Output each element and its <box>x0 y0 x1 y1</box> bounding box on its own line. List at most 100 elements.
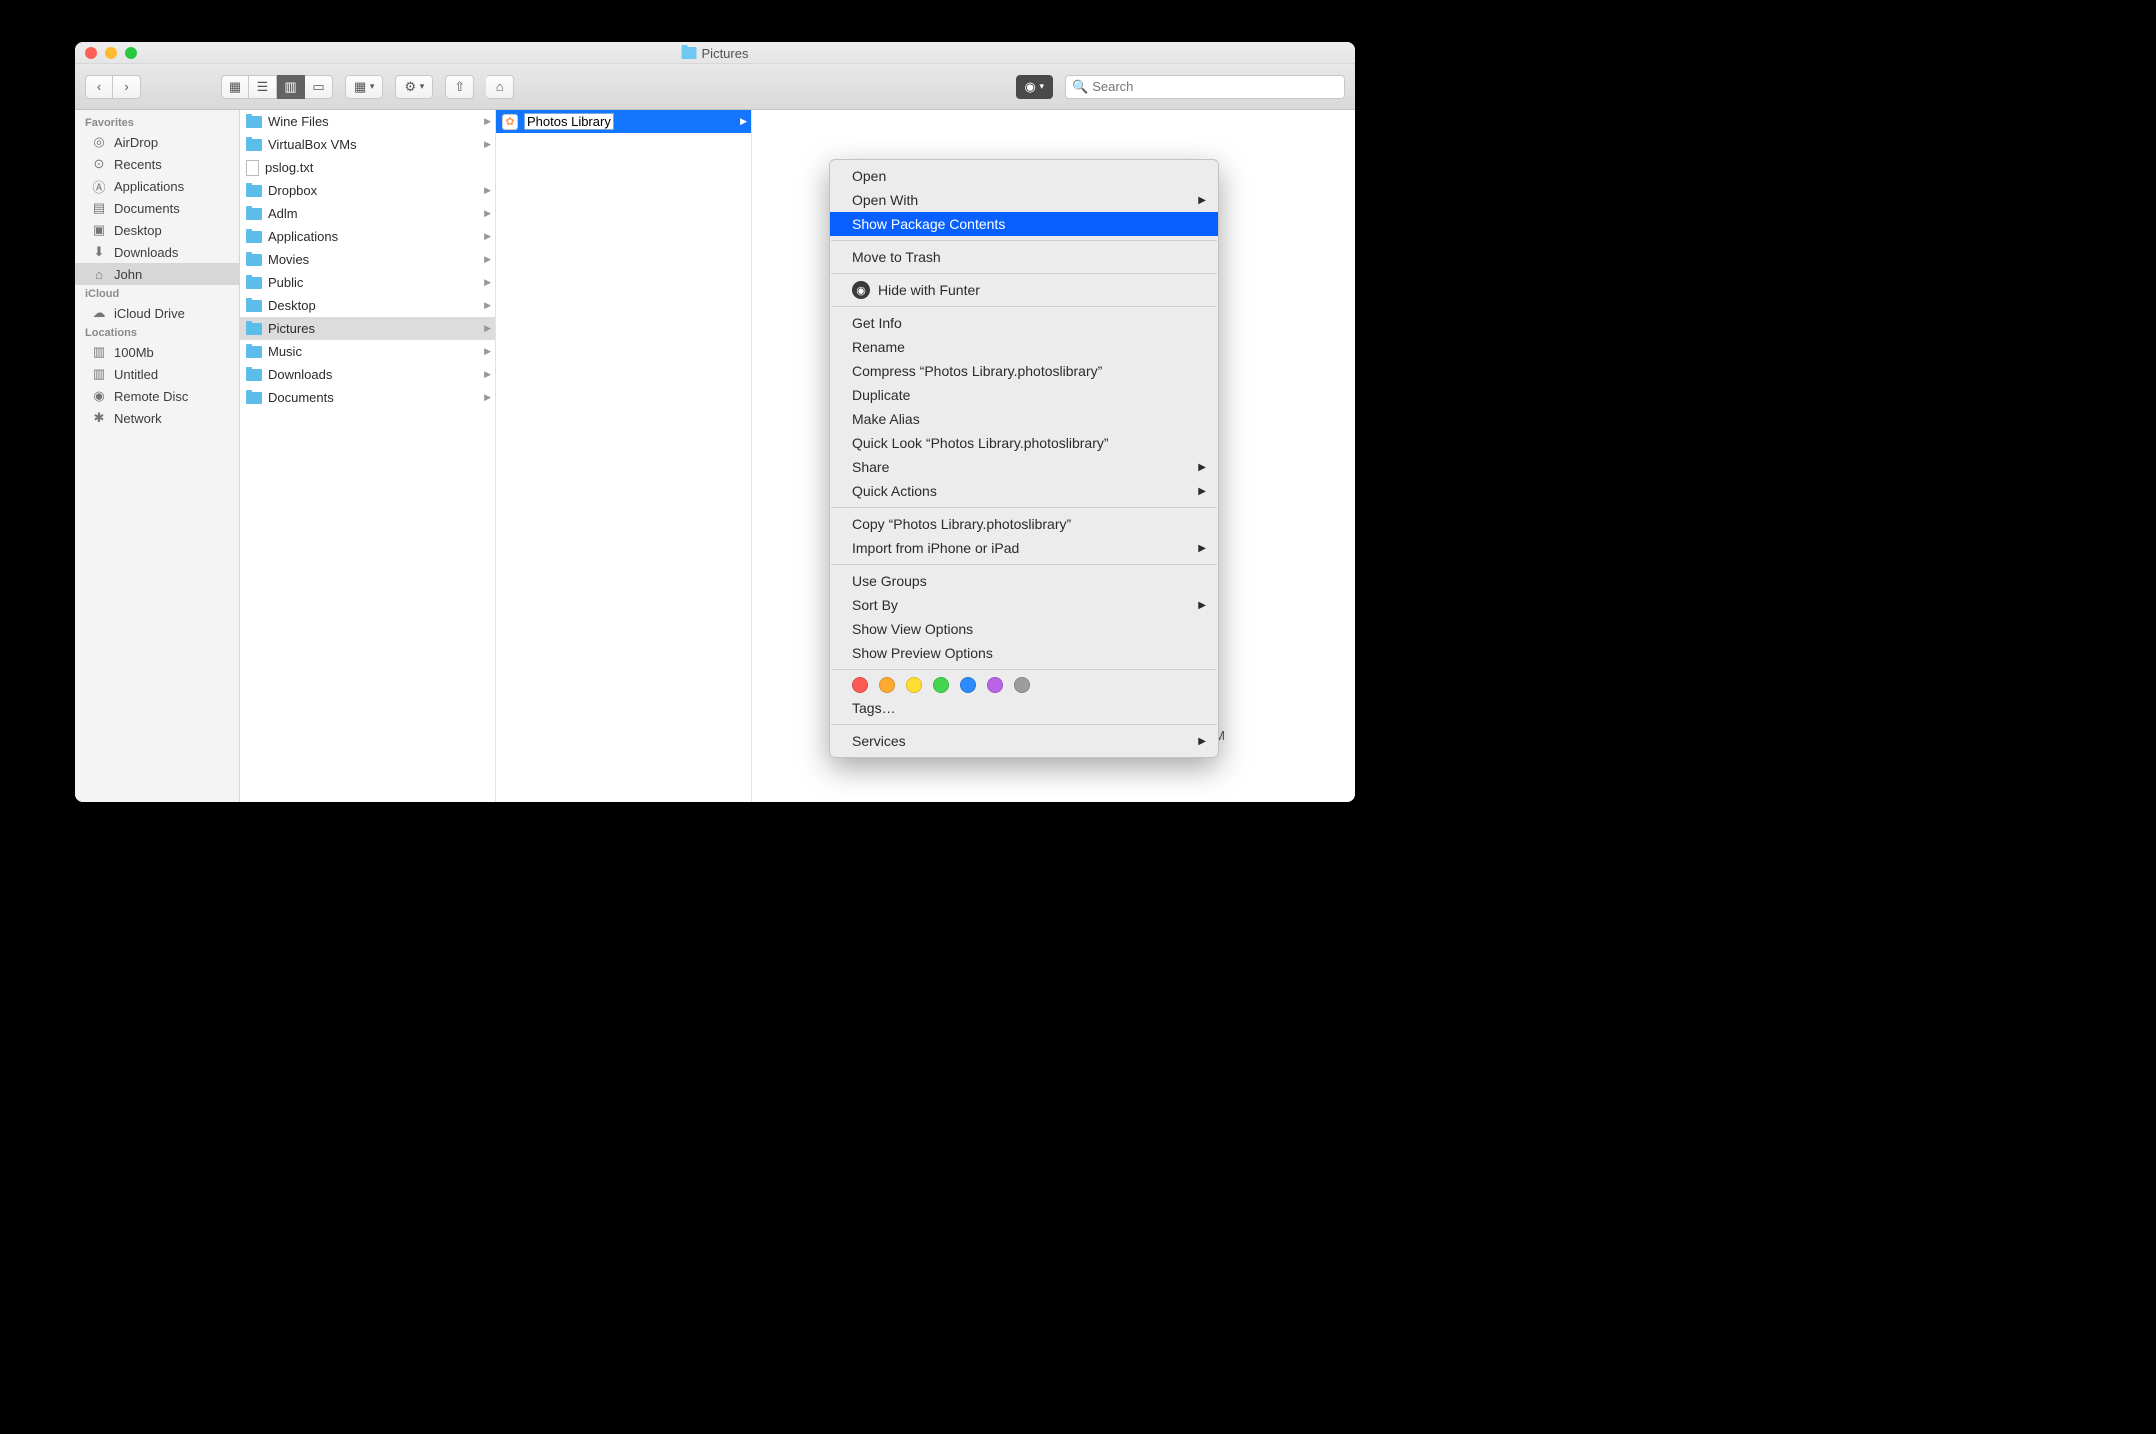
sidebar-item-label: Documents <box>114 201 180 216</box>
menu-item-import-from-iphone-or-ipad[interactable]: Import from iPhone or iPad <box>830 536 1218 560</box>
menu-item-quick-actions[interactable]: Quick Actions <box>830 479 1218 503</box>
chevron-right-icon: ▶ <box>484 346 491 357</box>
sidebar-item-network[interactable]: ✱Network <box>75 407 239 429</box>
tag-color[interactable] <box>1014 677 1030 693</box>
sidebar-item-100mb[interactable]: ▥100Mb <box>75 341 239 363</box>
menu-item-label: Move to Trash <box>852 249 941 265</box>
tag-color[interactable] <box>960 677 976 693</box>
file-item-label: Documents <box>268 390 334 405</box>
sidebar-section-header: iCloud <box>75 285 239 302</box>
file-item[interactable]: Desktop▶ <box>240 294 495 317</box>
menu-item-label: Open <box>852 168 886 184</box>
menu-item-show-preview-options[interactable]: Show Preview Options <box>830 641 1218 665</box>
sidebar-item-untitled[interactable]: ▥Untitled <box>75 363 239 385</box>
chevron-right-icon: ▶ <box>484 185 491 196</box>
folder-icon <box>246 323 262 335</box>
funter-toolbar-button[interactable]: ◉ ▾ <box>1016 75 1054 99</box>
action-button[interactable]: ⚙ ▾ <box>395 75 433 99</box>
search-icon: 🔍 <box>1072 79 1088 95</box>
menu-item-get-info[interactable]: Get Info <box>830 311 1218 335</box>
menu-item-move-to-trash[interactable]: Move to Trash <box>830 245 1218 269</box>
folder-icon <box>246 185 262 197</box>
sidebar-item-recents[interactable]: ⊙Recents <box>75 153 239 175</box>
funter-icon: ◉ <box>852 281 870 299</box>
arrange-button[interactable]: ▦ ▾ <box>345 75 383 99</box>
window-minimize-button[interactable] <box>105 47 117 59</box>
tag-color[interactable] <box>933 677 949 693</box>
sidebar-item-applications[interactable]: ⒶApplications <box>75 175 239 197</box>
menu-separator <box>831 273 1217 274</box>
file-item-label: Downloads <box>268 367 332 382</box>
context-menu: Open Open With Show Package Contents Move t… <box>829 159 1219 758</box>
desktop-icon: ▣ <box>91 222 107 238</box>
sidebar-item-icloud-drive[interactable]: ☁iCloud Drive <box>75 302 239 324</box>
tag-color[interactable] <box>879 677 895 693</box>
menu-item-use-groups[interactable]: Use Groups <box>830 569 1218 593</box>
file-item-label: Wine Files <box>268 114 329 129</box>
menu-item-rename[interactable]: Rename <box>830 335 1218 359</box>
file-item[interactable]: pslog.txt <box>240 156 495 179</box>
tag-color[interactable] <box>906 677 922 693</box>
sidebar-item-documents[interactable]: ▤ Documents <box>75 197 239 219</box>
menu-item-label: Tags… <box>852 700 896 716</box>
chevron-right-icon: ▶ <box>740 116 747 127</box>
sidebar-item-downloads[interactable]: ⬇Downloads <box>75 241 239 263</box>
file-item[interactable]: Adlm▶ <box>240 202 495 225</box>
share-button[interactable]: ⇧ <box>445 75 474 99</box>
file-item[interactable]: Movies▶ <box>240 248 495 271</box>
disk-icon: ▥ <box>91 344 107 360</box>
menu-item-quick-look-photos-library-photoslibrary[interactable]: Quick Look “Photos Library.photoslibrary… <box>830 431 1218 455</box>
grid-icon: ▦ <box>229 79 241 95</box>
file-item[interactable]: Pictures▶ <box>240 317 495 340</box>
file-item[interactable]: VirtualBox VMs▶ <box>240 133 495 156</box>
view-columns-button[interactable]: ▥ <box>277 75 305 99</box>
menu-item-sort-by[interactable]: Sort By <box>830 593 1218 617</box>
menu-item-open[interactable]: Open <box>830 164 1218 188</box>
menu-item-hide-with-funter[interactable]: ◉Hide with Funter <box>830 278 1218 302</box>
tag-color[interactable] <box>987 677 1003 693</box>
sidebar-item-remote-disc[interactable]: ◉Remote Disc <box>75 385 239 407</box>
sidebar-item-label: AirDrop <box>114 135 158 150</box>
finder-window: Pictures ‹ › ▦ ☰ ▥ ▭ ▦ ▾ ⚙ ▾ ⇧ ⌂ <box>75 42 1355 802</box>
documents-icon: ▤ <box>91 200 107 216</box>
sidebar-item-john[interactable]: ⌂John <box>75 263 239 285</box>
menu-item-services[interactable]: Services <box>830 729 1218 753</box>
file-item[interactable]: Dropbox ▶ <box>240 179 495 202</box>
file-item[interactable]: Downloads▶ <box>240 363 495 386</box>
sidebar-item-airdrop[interactable]: ◎AirDrop <box>75 131 239 153</box>
window-fullscreen-button[interactable] <box>125 47 137 59</box>
menu-item-label: Open With <box>852 192 918 208</box>
search-field[interactable]: 🔍 <box>1065 75 1345 99</box>
file-item-label: Pictures <box>268 321 315 336</box>
chevron-down-icon: ▾ <box>420 81 425 92</box>
file-item[interactable]: Music▶ <box>240 340 495 363</box>
file-item-label: Dropbox <box>268 183 317 198</box>
tag-color[interactable] <box>852 677 868 693</box>
forward-button[interactable]: › <box>113 75 141 99</box>
sidebar-item-label: Applications <box>114 179 184 194</box>
view-list-button[interactable]: ☰ <box>249 75 277 99</box>
view-gallery-button[interactable]: ▭ <box>305 75 333 99</box>
menu-item-tags[interactable]: Tags… <box>830 696 1218 720</box>
search-input[interactable] <box>1092 79 1338 94</box>
file-item[interactable]: Photos Library ▶ <box>496 110 751 133</box>
menu-item-compress-photos-library-photoslibrary[interactable]: Compress “Photos Library.photoslibrary” <box>830 359 1218 383</box>
file-item-label: Photos Library <box>524 113 614 130</box>
file-item[interactable]: Applications▶ <box>240 225 495 248</box>
file-item[interactable]: Wine Files▶ <box>240 110 495 133</box>
menu-item-open-with[interactable]: Open With <box>830 188 1218 212</box>
menu-item-show-package-contents[interactable]: Show Package Contents <box>830 212 1218 236</box>
menu-item-make-alias[interactable]: Make Alias <box>830 407 1218 431</box>
back-button[interactable]: ‹ <box>85 75 113 99</box>
view-icons-button[interactable]: ▦ <box>221 75 249 99</box>
tags-button[interactable]: ⌂ <box>486 75 514 99</box>
menu-item-copy-photos-library-photoslibrary[interactable]: Copy “Photos Library.photoslibrary” <box>830 512 1218 536</box>
menu-item-show-view-options[interactable]: Show View Options <box>830 617 1218 641</box>
file-item[interactable]: Public▶ <box>240 271 495 294</box>
window-close-button[interactable] <box>85 47 97 59</box>
menu-item-share[interactable]: Share <box>830 455 1218 479</box>
sidebar-item-desktop[interactable]: ▣Desktop <box>75 219 239 241</box>
file-item[interactable]: Documents▶ <box>240 386 495 409</box>
menu-item-duplicate[interactable]: Duplicate <box>830 383 1218 407</box>
window-title: Pictures <box>682 42 749 64</box>
